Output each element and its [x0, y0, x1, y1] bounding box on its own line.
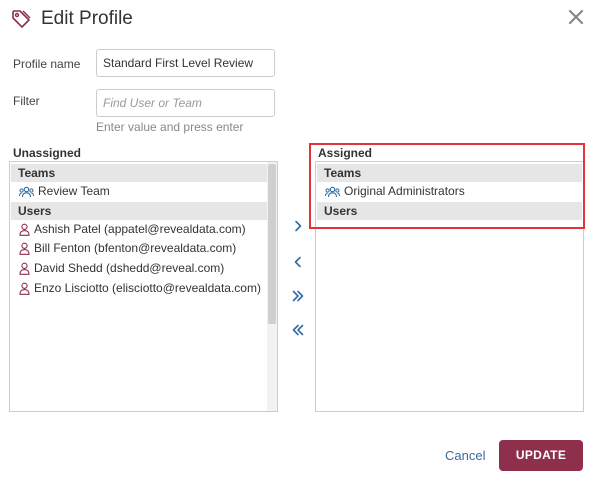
list-item[interactable]: Ashish Patel (appatel@revealdata.com)	[19, 220, 246, 239]
list-item[interactable]: Review Team	[19, 182, 110, 201]
list-item[interactable]: David Shedd (dshedd@reveal.com)	[19, 259, 224, 278]
unassigned-title: Unassigned	[13, 146, 82, 160]
filter-input[interactable]: Find User or Team	[96, 89, 275, 117]
profile-name-input[interactable]: Standard First Level Review	[96, 49, 275, 77]
unassigned-teams-header: Teams	[11, 164, 268, 182]
edit-profile-dialog: Edit Profile Profile name Standard First…	[0, 0, 592, 482]
user-label: Bill Fenton (bfenton@revealdata.com)	[34, 241, 237, 255]
filter-label: Filter	[13, 94, 40, 108]
team-label: Review Team	[38, 184, 110, 198]
dialog-title: Edit Profile	[41, 8, 133, 29]
user-label: David Shedd (dshedd@reveal.com)	[34, 261, 225, 275]
highlight-box	[309, 143, 585, 229]
move-left-icon[interactable]	[291, 255, 305, 269]
user-label: Enzo Lisciotto (elisciotto@revealdata.co…	[34, 281, 261, 295]
unassigned-users-header: Users	[11, 202, 268, 220]
filter-hint: Enter value and press enter	[96, 120, 244, 134]
user-label: Ashish Patel (appatel@revealdata.com)	[34, 222, 246, 236]
tag-icon	[12, 10, 31, 28]
profile-name-label: Profile name	[13, 57, 81, 71]
close-icon[interactable]	[568, 9, 584, 25]
list-item[interactable]: Enzo Lisciotto (elisciotto@revealdata.co…	[19, 279, 261, 298]
move-all-left-icon[interactable]	[291, 323, 305, 337]
user-icon	[19, 282, 30, 295]
unassigned-list: Teams Review Team Users Ashish Patel (ap…	[9, 161, 278, 412]
move-right-icon[interactable]	[291, 219, 305, 233]
move-all-right-icon[interactable]	[291, 289, 305, 303]
scrollbar-thumb[interactable]	[268, 164, 276, 324]
update-button[interactable]: UPDATE	[499, 440, 583, 471]
team-icon	[19, 186, 34, 197]
cancel-button[interactable]: Cancel	[445, 448, 485, 463]
user-icon	[19, 223, 30, 236]
user-icon	[19, 262, 30, 275]
user-icon	[19, 242, 30, 255]
list-item[interactable]: Bill Fenton (bfenton@revealdata.com)	[19, 239, 236, 258]
